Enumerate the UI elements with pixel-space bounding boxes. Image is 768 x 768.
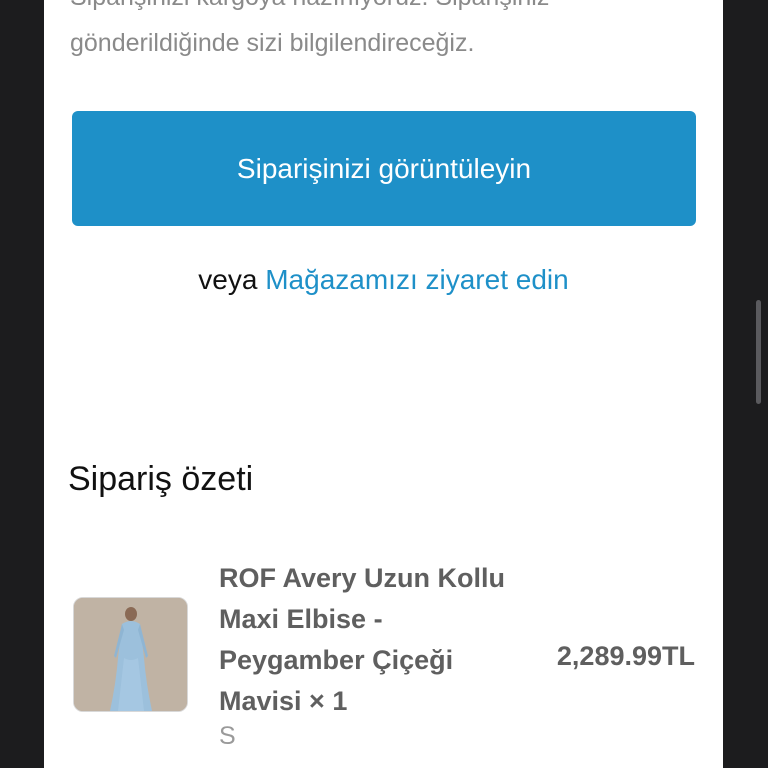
- scrollbar-thumb[interactable]: [756, 300, 761, 404]
- product-price: 2,289.99TL: [556, 641, 695, 671]
- or-text: veya: [198, 264, 258, 295]
- alternative-action: veya Mağazamızı ziyaret edin: [44, 264, 723, 296]
- dress-photo-icon: [74, 598, 187, 711]
- shipping-message: Siparişinizi kargoya hazırlıyoruz. Sipar…: [70, 0, 549, 57]
- product-name: ROF Avery Uzun Kollu Maxi Elbise - Peyga…: [219, 563, 506, 716]
- email-body: Siparişinizi kargoya hazırlıyoruz. Sipar…: [44, 0, 723, 768]
- product-variant: S: [219, 722, 236, 750]
- order-summary-title: Sipariş özeti: [68, 460, 254, 498]
- product-thumbnail: [73, 597, 188, 712]
- visit-store-link[interactable]: Mağazamızı ziyaret edin: [265, 264, 568, 295]
- view-order-button[interactable]: Siparişinizi görüntüleyin: [72, 111, 696, 226]
